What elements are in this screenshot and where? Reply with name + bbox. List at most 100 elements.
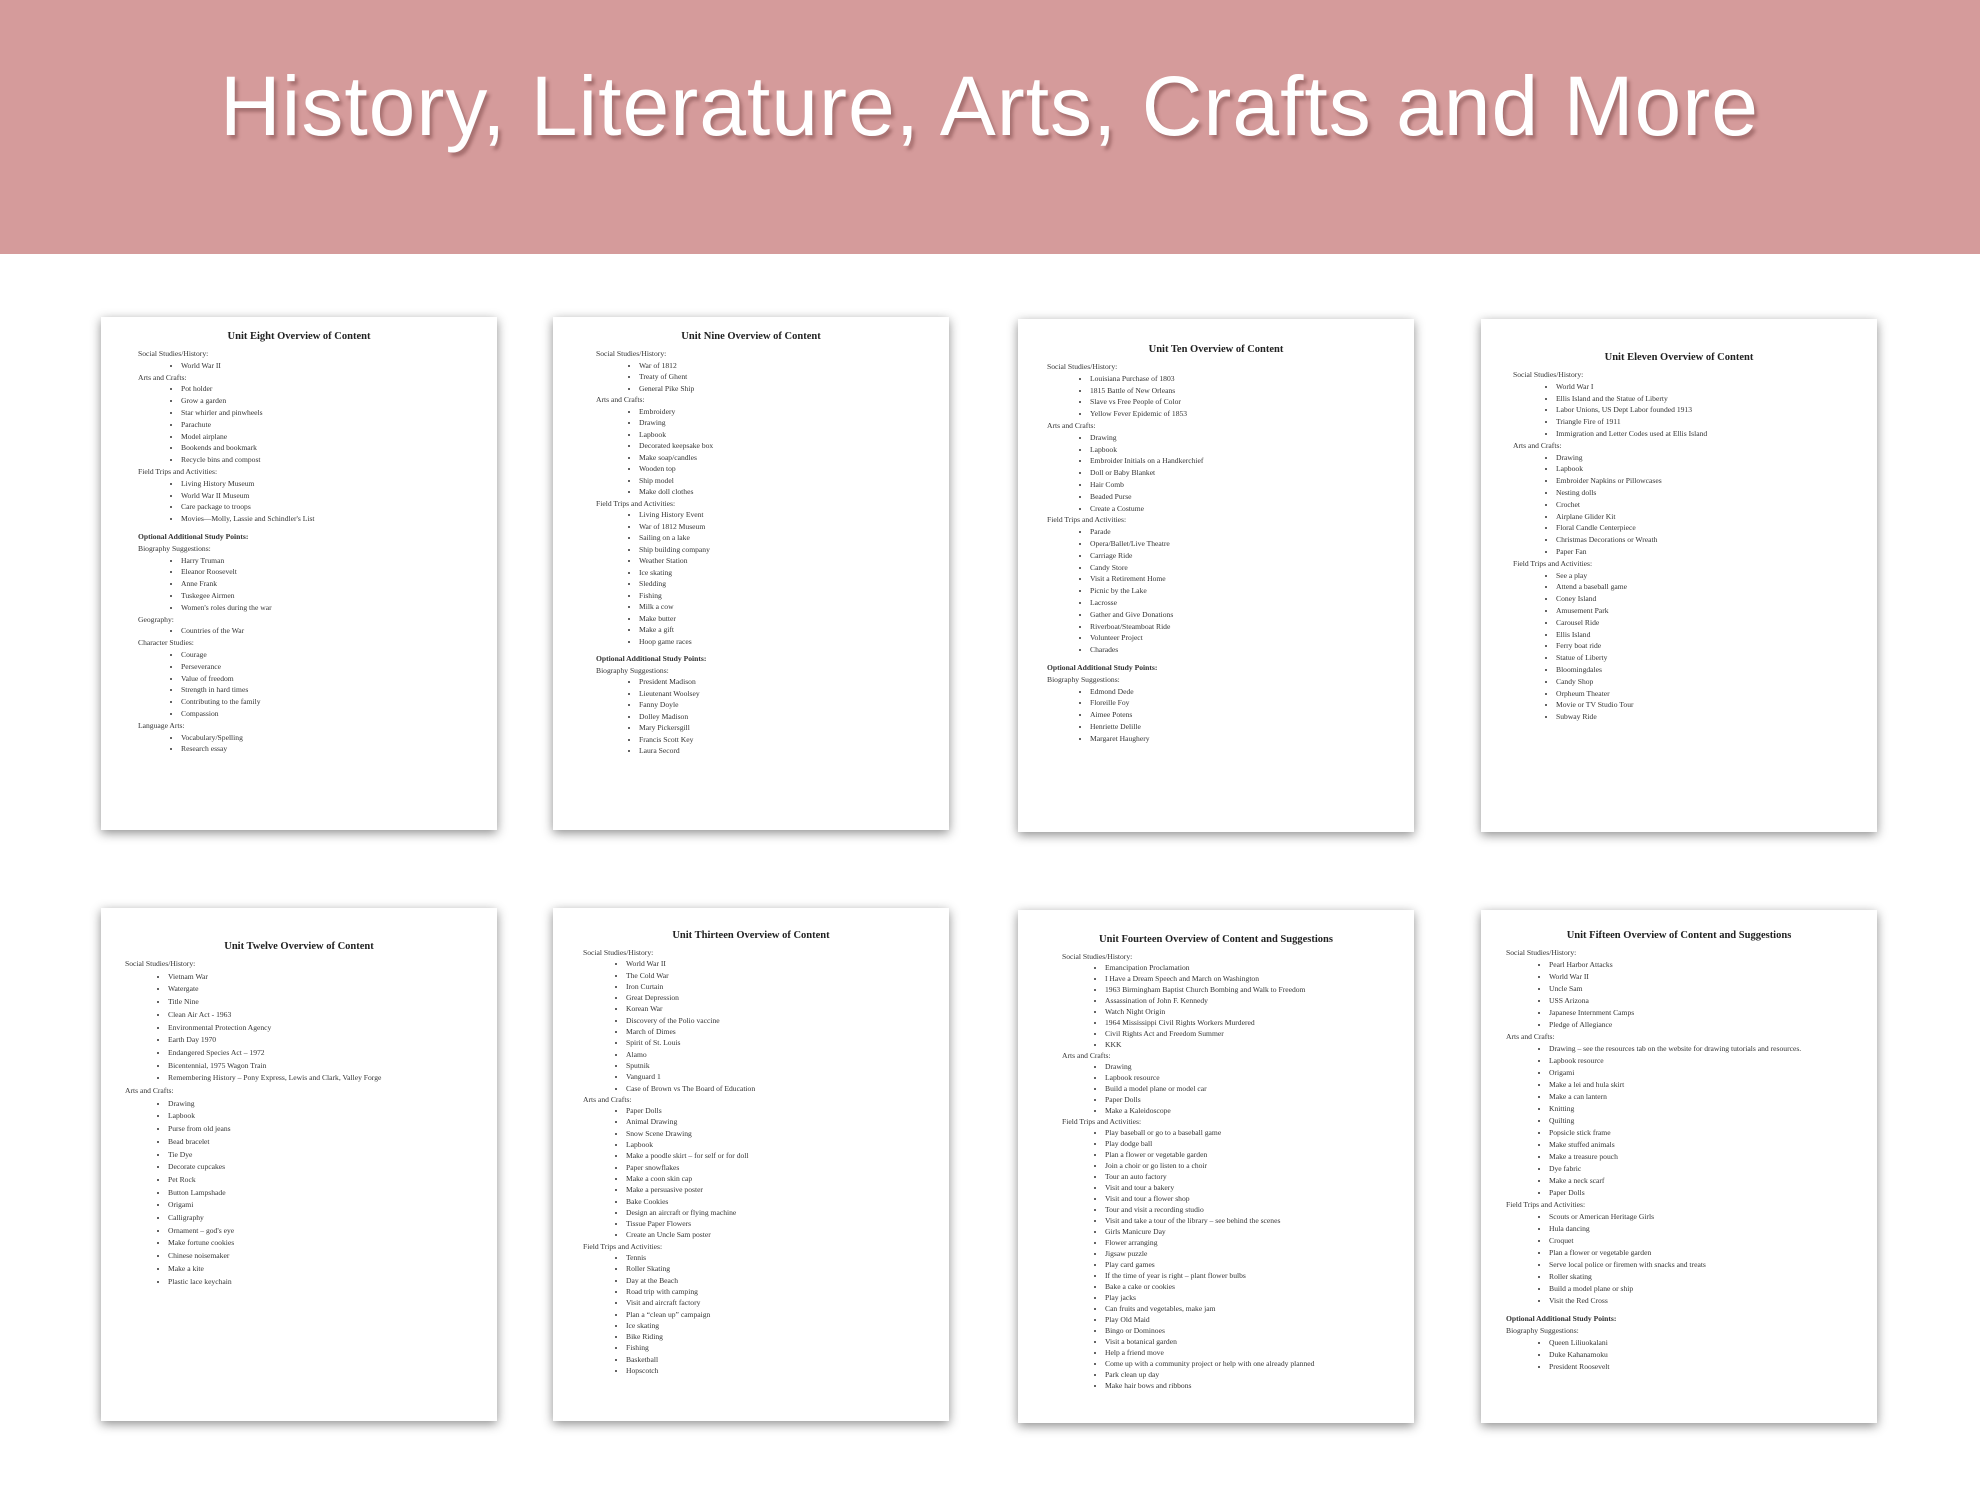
list-item: Girls Manicure Day	[1105, 1226, 1402, 1237]
list-item: Amusement Park	[1556, 605, 1865, 617]
list-item: Laura Secord	[639, 745, 937, 757]
list-item: Play baseball or go to a baseball game	[1105, 1127, 1402, 1138]
list-item: Plan a “clean up” campaign	[626, 1309, 937, 1320]
list-item: Origami	[1549, 1067, 1865, 1079]
list-item: Tie Dye	[168, 1149, 485, 1162]
list-item: Drawing – see the resources tab on the w…	[1549, 1043, 1865, 1055]
list-item: Wooden top	[639, 463, 937, 475]
list-item: Button Lampshade	[168, 1187, 485, 1200]
section-list: Louisiana Purchase of 18031815 Battle of…	[1047, 373, 1402, 420]
list-item: Strength in hard times	[181, 684, 485, 696]
list-item: Pearl Harbor Attacks	[1549, 959, 1865, 971]
list-item: Scouts or American Heritage Girls	[1549, 1211, 1865, 1223]
list-item: World War II	[1549, 971, 1865, 983]
list-item: Vocabulary/Spelling	[181, 732, 485, 744]
list-item: March of Dimes	[626, 1026, 937, 1037]
list-item: Make stuffed animals	[1549, 1139, 1865, 1151]
list-item: Knitting	[1549, 1103, 1865, 1115]
list-item: Bingo or Dominoes	[1105, 1325, 1402, 1336]
list-item: Crochet	[1556, 499, 1865, 511]
list-item: Visit a botanical garden	[1105, 1336, 1402, 1347]
list-item: Ellis Island	[1556, 629, 1865, 641]
list-item: Croquet	[1549, 1235, 1865, 1247]
list-item: Can fruits and vegetables, make jam	[1105, 1303, 1402, 1314]
list-item: Join a choir or go listen to a choir	[1105, 1160, 1402, 1171]
list-item: Bloomingdales	[1556, 664, 1865, 676]
section-heading: Social Studies/History:	[1513, 370, 1584, 379]
page-title: Unit Fifteen Overview of Content and Sug…	[1566, 930, 1792, 941]
section-list: War of 1812Treaty of GhentGeneral Pike S…	[596, 360, 937, 395]
list-item: Ship model	[639, 475, 937, 487]
section-heading: Field Trips and Activities:	[596, 498, 676, 508]
list-item: Bike Riding	[626, 1331, 937, 1342]
document-page-unit-fourteen: Unit Fourteen Overview of Content and Su…	[1018, 910, 1414, 1423]
page-body: Social Studies/History: Pearl Harbor Atta…	[1481, 947, 1877, 1373]
section-list: ParadeOpera/Ballet/Live TheatreCarriage …	[1047, 526, 1402, 656]
section-heading: Social Studies/History:	[1062, 952, 1133, 961]
list-item: Lapbook	[1090, 444, 1402, 456]
section-heading: Language Arts:	[138, 720, 185, 730]
list-item: Tour an auto factory	[1105, 1171, 1402, 1182]
list-item: Lacrosse	[1090, 597, 1402, 609]
list-item: Fishing	[626, 1342, 937, 1353]
list-item: Recycle bins and compost	[181, 454, 485, 466]
list-item: Women's roles during the war	[181, 602, 485, 614]
list-item: Day at the Beach	[626, 1275, 937, 1286]
list-item: Plastic lace keychain	[168, 1276, 485, 1289]
list-item: Statue of Liberty	[1556, 652, 1865, 664]
list-item: Play dodge ball	[1105, 1138, 1402, 1149]
list-item: Visit and tour a bakery	[1105, 1182, 1402, 1193]
list-item: 1963 Birmingham Baptist Church Bombing a…	[1105, 984, 1402, 995]
list-item: Lapbook	[1556, 463, 1865, 475]
list-item: Visit a Retirement Home	[1090, 573, 1402, 585]
list-item: Bead bracelet	[168, 1136, 485, 1149]
section-heading: Social Studies/History:	[1047, 362, 1118, 371]
section-list: World War IIThe Cold WarIron CurtainGrea…	[583, 958, 937, 1094]
header-banner: History, Literature, Arts, Crafts and Mo…	[0, 0, 1980, 254]
list-item: If the time of year is right – plant flo…	[1105, 1270, 1402, 1281]
list-item: Volunteer Project	[1090, 632, 1402, 644]
section-list: Emancipation ProclamationI Have a Dream …	[1062, 962, 1402, 1050]
list-item: Grow a garden	[181, 395, 485, 407]
list-item: Gather and Give Donations	[1090, 609, 1402, 621]
section-list: CouragePerseveranceValue of freedomStren…	[138, 649, 485, 720]
list-item: Eleanor Roosevelt	[181, 566, 485, 578]
section-list: Pot holderGrow a gardenStar whirler and …	[138, 383, 485, 466]
section-heading: Biography Suggestions:	[1047, 674, 1120, 684]
list-item: Make a kite	[168, 1263, 485, 1276]
list-item: Hoop game races	[639, 636, 937, 648]
section-list: Vocabulary/SpellingResearch essay	[138, 732, 485, 756]
list-item: Tissue Paper Flowers	[626, 1218, 937, 1229]
list-item: Remembering History – Pony Express, Lewi…	[168, 1072, 485, 1085]
list-item: Margaret Haughery	[1090, 733, 1402, 745]
document-page-unit-eleven: Unit Eleven Overview of Content Social St…	[1481, 319, 1877, 832]
list-item: Floral Candle Centerpiece	[1556, 522, 1865, 534]
list-item: President Madison	[639, 676, 937, 688]
section-list: Living History EventWar of 1812 MuseumSa…	[596, 509, 937, 647]
list-item: Lapbook	[626, 1139, 937, 1150]
list-item: Discovery of the Polio vaccine	[626, 1015, 937, 1026]
list-item: Help a friend move	[1105, 1347, 1402, 1358]
list-item: Ornament – god's eye	[168, 1225, 485, 1238]
list-item: World War I	[1556, 381, 1865, 393]
section-heading: Optional Additional Study Points:	[1047, 662, 1158, 672]
section-list: President MadisonLieutenant WoolseyFanny…	[596, 676, 937, 757]
list-item: Value of freedom	[181, 673, 485, 685]
list-item: President Roosevelt	[1549, 1361, 1865, 1373]
list-item: Lapbook resource	[1105, 1072, 1402, 1083]
list-item: Candy Shop	[1556, 676, 1865, 688]
list-item: Create a Costume	[1090, 503, 1402, 515]
list-item: Civil Rights Act and Freedom Summer	[1105, 1028, 1402, 1039]
list-item: Make a neck scarf	[1549, 1175, 1865, 1187]
section-list: Harry TrumanEleanor RooseveltAnne FrankT…	[138, 555, 485, 614]
list-item: Paper Dolls	[1105, 1094, 1402, 1105]
list-item: Airplane Glider Kit	[1556, 511, 1865, 523]
list-item: Vanguard 1	[626, 1071, 937, 1082]
list-item: Perseverance	[181, 661, 485, 673]
list-item: Drawing	[168, 1098, 485, 1111]
list-item: Slave vs Free People of Color	[1090, 396, 1402, 408]
list-item: Sputnik	[626, 1060, 937, 1071]
list-item: Fanny Doyle	[639, 699, 937, 711]
list-item: General Pike Ship	[639, 383, 937, 395]
list-item: Contributing to the family	[181, 696, 485, 708]
